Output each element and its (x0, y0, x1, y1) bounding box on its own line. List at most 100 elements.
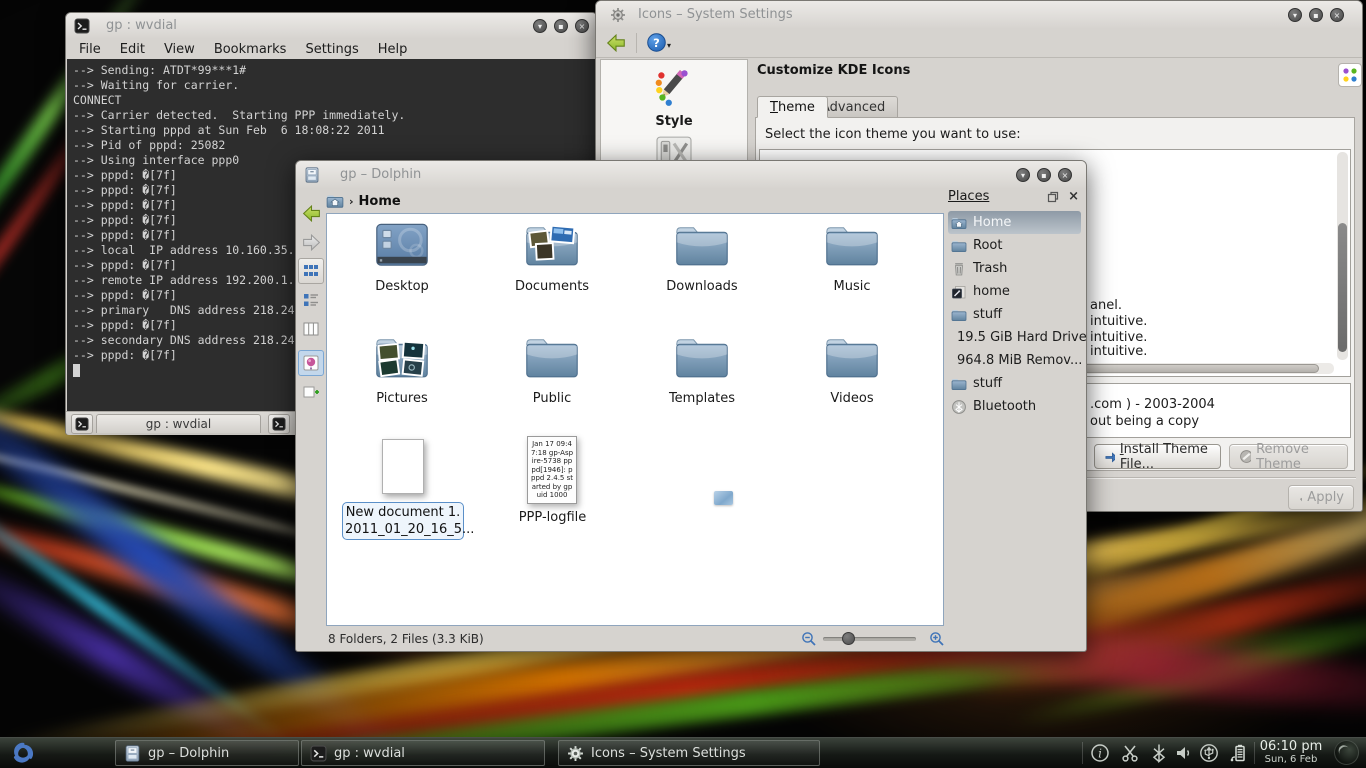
task-wvdial[interactable]: gp : wvdial (301, 740, 545, 766)
list-row-fragment[interactable]: intuitive. (1090, 330, 1147, 345)
close-panel-icon[interactable]: × (1068, 189, 1079, 204)
pictures-folder-icon (373, 334, 431, 382)
icons-view-button[interactable] (298, 258, 324, 284)
menu-help[interactable]: Help (378, 42, 408, 57)
documents-folder-icon (523, 222, 581, 270)
float-panel-icon[interactable] (1047, 191, 1059, 203)
clipboard-scissors-icon[interactable] (1120, 743, 1140, 763)
tab-list-button[interactable] (268, 414, 290, 434)
places-item-label: 19.5 GiB Hard Drive (957, 330, 1087, 345)
remove-theme-label: Remove Theme (1256, 442, 1338, 472)
list-row-fragment[interactable]: anel. (1090, 298, 1122, 313)
info-tray-icon[interactable] (1090, 743, 1110, 763)
install-theme-button[interactable]: Install Theme File... (1094, 444, 1221, 469)
tab-theme[interactable]: Theme (757, 96, 828, 118)
minimize-button[interactable]: ▾ (533, 19, 547, 33)
menu-settings[interactable]: Settings (305, 42, 358, 57)
file-item-videos[interactable]: Videos (782, 334, 922, 406)
file-item-public[interactable]: Public (482, 334, 622, 406)
folder-view[interactable]: Desktop Documents Downloads Music Pictur… (326, 213, 944, 626)
forward-button[interactable] (298, 229, 324, 255)
apply-button[interactable]: Apply (1288, 485, 1354, 510)
minimize-button[interactable]: ▾ (1288, 8, 1302, 22)
log-file-label[interactable]: PPP-logfile (515, 510, 590, 525)
file-item-pictures[interactable]: Pictures (332, 334, 472, 406)
split-view-button[interactable] (298, 379, 324, 405)
places-item-root[interactable]: Root (948, 234, 1081, 257)
zoom-slider-track[interactable] (823, 637, 916, 641)
terminal-line: --> Starting pppd at Sun Feb 6 18:08:22 … (73, 123, 596, 138)
maximize-button[interactable]: ▪ (1309, 8, 1323, 22)
terminal-title: gp : wvdial (106, 18, 177, 33)
places-title: Places (948, 189, 989, 204)
task-system-settings[interactable]: Icons – System Settings (558, 740, 820, 766)
volume-icon[interactable] (1174, 743, 1194, 763)
clock[interactable]: 06:10 pm Sun, 6 Feb (1258, 740, 1324, 766)
bluetooth-tray-icon[interactable] (1149, 743, 1169, 763)
file-item-new-document[interactable] (382, 439, 424, 494)
list-row-fragment[interactable]: intuitive. (1090, 344, 1147, 359)
folder-icon (823, 222, 881, 270)
task-label: gp : wvdial (334, 746, 405, 761)
file-item-ppp-logfile[interactable]: Jan 17 09:4 7:18 gp-Asp ire-5738 pp pd[1… (527, 436, 577, 504)
places-item-home-drive[interactable]: home (948, 280, 1081, 303)
maximize-button[interactable]: ▪ (1037, 168, 1051, 182)
folder-icon (823, 334, 881, 382)
scrollbar-thumb[interactable] (1338, 223, 1347, 352)
selected-file-label[interactable]: New document 1. 2011_01_20_16_5... (342, 502, 464, 540)
usb-device-icon[interactable] (1199, 743, 1219, 763)
terminal-line: --> Waiting for carrier. (73, 78, 596, 93)
close-button[interactable]: × (1058, 168, 1072, 182)
back-button[interactable] (298, 200, 324, 226)
battery-icon[interactable] (1228, 743, 1248, 763)
maximize-button[interactable]: ▪ (554, 19, 568, 33)
menu-bookmarks[interactable]: Bookmarks (214, 42, 287, 57)
vertical-scrollbar[interactable] (1337, 152, 1348, 360)
zoom-in-icon[interactable] (929, 631, 945, 647)
chevron-down-icon[interactable]: ▾ (667, 41, 671, 50)
places-item-trash[interactable]: Trash (948, 257, 1081, 280)
home-folder-icon[interactable] (326, 193, 344, 209)
file-item-downloads[interactable]: Downloads (632, 222, 772, 294)
app-launcher-button[interactable] (8, 739, 38, 767)
konsole-icon (75, 417, 89, 431)
sidebar-item-style[interactable]: Style (601, 66, 747, 129)
log-preview-line: uid 1000 (528, 491, 576, 500)
file-item-music[interactable]: Music (782, 222, 922, 294)
back-button[interactable] (604, 32, 628, 54)
zoom-slider-knob[interactable] (842, 632, 855, 645)
menu-file[interactable]: File (79, 42, 101, 57)
places-item-bluetooth[interactable]: Bluetooth (948, 395, 1081, 418)
columns-view-button[interactable] (298, 316, 324, 342)
file-item-templates[interactable]: Templates (632, 334, 772, 406)
remove-theme-button[interactable]: Remove Theme (1229, 444, 1348, 469)
list-row-fragment[interactable]: intuitive. (1090, 314, 1147, 329)
panel-toolbox-cashew[interactable] (1334, 740, 1359, 765)
task-dolphin[interactable]: gp – Dolphin (115, 740, 299, 766)
dolphin-titlebar[interactable]: gp – Dolphin ▾ ▪ × (296, 161, 1086, 189)
file-item-documents[interactable]: Documents (482, 222, 622, 294)
places-item-hard-drive[interactable]: 19.5 GiB Hard Drive (948, 326, 1081, 349)
terminal-tab[interactable]: gp : wvdial (96, 414, 261, 433)
new-tab-button[interactable] (71, 414, 93, 434)
close-button[interactable]: × (575, 19, 589, 33)
places-item-home[interactable]: Home (948, 211, 1081, 234)
minimize-button[interactable]: ▾ (1016, 168, 1030, 182)
terminal-cursor (73, 364, 80, 377)
zoom-out-icon[interactable] (801, 631, 817, 647)
places-item-stuff2[interactable]: stuff (948, 372, 1081, 395)
theme-description-fragment: out being a copy (1090, 414, 1199, 429)
menu-view[interactable]: View (164, 42, 195, 57)
details-view-button[interactable] (298, 287, 324, 313)
settings-titlebar[interactable]: Icons – System Settings ▾ ▪ × (596, 1, 1362, 29)
terminal-titlebar[interactable]: gp : wvdial ▾ ▪ × (66, 13, 597, 39)
places-item-stuff[interactable]: stuff (948, 303, 1081, 326)
file-item-desktop[interactable]: Desktop (332, 222, 472, 294)
breadcrumb-home[interactable]: Home (359, 194, 401, 209)
menu-edit[interactable]: Edit (120, 42, 145, 57)
places-item-removable[interactable]: 964.8 MiB Remov... (948, 349, 1081, 372)
preview-button[interactable] (298, 350, 324, 376)
close-button[interactable]: × (1330, 8, 1344, 22)
help-button[interactable] (646, 32, 667, 53)
task-label: gp – Dolphin (148, 746, 229, 761)
